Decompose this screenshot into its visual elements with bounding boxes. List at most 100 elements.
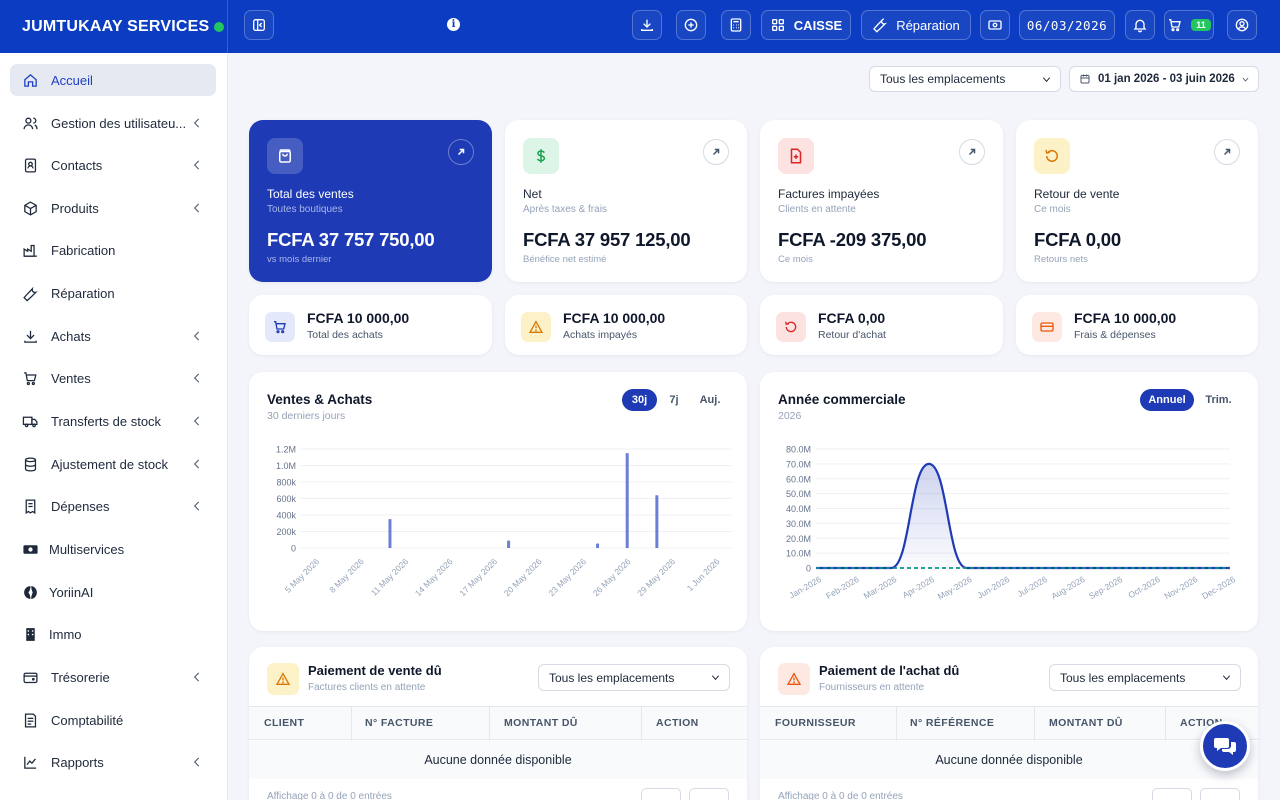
online-status-dot — [214, 21, 225, 32]
info-icon[interactable]: i — [447, 18, 460, 31]
pagination-prev-button[interactable] — [1152, 788, 1192, 800]
chevron-left-icon — [193, 203, 200, 213]
column-header[interactable]: N° RÉFÉRENCE — [910, 717, 994, 729]
x-tick-label: 11 May 2026 — [369, 556, 411, 598]
x-tick-label: 8 May 2026 — [327, 556, 366, 595]
external-link-icon[interactable] — [959, 139, 985, 165]
notifications-button[interactable] — [1125, 10, 1155, 40]
section-title: Paiement de l'achat dû — [819, 663, 960, 678]
external-link-icon[interactable] — [1214, 139, 1240, 165]
users-icon — [23, 117, 38, 129]
kpi-title: Retour de vente — [1034, 187, 1120, 201]
x-tick-label: 20 May 2026 — [502, 556, 544, 598]
caisse-label: CAISSE — [793, 17, 843, 33]
sidebar-item-contacts[interactable]: Contacts — [10, 149, 216, 181]
empty-table-message: Aucune donnée disponible — [249, 741, 747, 779]
sidebar-item-achats[interactable]: Achats — [10, 320, 216, 352]
sidebar-item-fabrication[interactable]: Fabrication — [10, 234, 216, 266]
camera-button[interactable] — [980, 10, 1010, 40]
reparation-button[interactable]: Réparation — [861, 10, 971, 40]
x-tick-label: 1 Jun 2026 — [685, 556, 722, 593]
external-link-icon[interactable] — [448, 139, 474, 165]
pagination-next-button[interactable] — [689, 788, 729, 800]
sidebar-item-comptabilite[interactable]: Comptabilité — [10, 704, 216, 736]
x-tick-label: Jul-2026 — [1016, 574, 1049, 599]
section-subtitle: Factures clients en attente — [308, 682, 426, 693]
column-header[interactable]: MONTANT DÛ — [504, 717, 578, 729]
sidebar-item-produits[interactable]: Produits — [10, 192, 216, 224]
pagination-prev-button[interactable] — [641, 788, 681, 800]
cart-button[interactable]: 11 — [1164, 10, 1214, 40]
sidebar-item-yoriinai[interactable]: YoriinAI — [10, 576, 216, 608]
kpi-footnote: Ce mois — [778, 254, 813, 265]
user-circle-icon — [1235, 18, 1249, 32]
sidebar-item-ventes[interactable]: Ventes — [10, 362, 216, 394]
x-tick-label: Jun-2026 — [975, 574, 1011, 601]
column-header[interactable]: ACTION — [656, 717, 699, 729]
caisse-button[interactable]: CAISSE — [761, 10, 851, 40]
sidebar-item-label: Dépenses — [51, 498, 110, 514]
kpi-factures-impayees[interactable]: Factures impayées Clients en attente FCF… — [760, 120, 1003, 282]
x-tick-label: 14 May 2026 — [413, 556, 455, 598]
column-header[interactable]: FOURNISSEUR — [775, 717, 856, 729]
x-tick-label: Nov-2026 — [1162, 574, 1199, 601]
calendar-icon — [1080, 74, 1090, 84]
kpi-footnote: Bénéfice net estimé — [523, 254, 607, 265]
box-icon — [24, 200, 37, 216]
pagination-next-button[interactable] — [1200, 788, 1240, 800]
kpi-footnote: Retours nets — [1034, 254, 1088, 265]
chevron-left-icon — [193, 459, 200, 469]
toggle-sidebar-button[interactable] — [244, 10, 274, 40]
column-header[interactable]: N° FACTURE — [365, 717, 433, 729]
shopping-bag-icon — [267, 138, 303, 174]
calculator-button[interactable] — [721, 10, 751, 40]
mini-total-achats[interactable]: FCFA 10 000,00 Total des achats — [249, 295, 492, 355]
user-menu-button[interactable] — [1227, 10, 1257, 40]
sidebar-item-reparation[interactable]: Réparation — [10, 277, 216, 309]
sidebar-item-ajustement[interactable]: Ajustement de stock — [10, 448, 216, 480]
column-header[interactable]: MONTANT DÛ — [1049, 717, 1123, 729]
sidebar-item-transferts[interactable]: Transferts de stock — [10, 405, 216, 437]
mini-retour-achat[interactable]: FCFA 0,00 Retour d'achat — [760, 295, 1003, 355]
kpi-subtitle: Après taxes & frais — [523, 204, 607, 215]
sales-due-location-select[interactable]: Tous les emplacements — [538, 664, 730, 691]
date-display[interactable]: 06/03/2026 — [1019, 10, 1115, 40]
sidebar-item-label: Immo — [49, 626, 82, 642]
y-tick-label: 30.0M — [786, 519, 811, 529]
chat-button[interactable] — [1200, 721, 1250, 771]
mini-value: FCFA 0,00 — [818, 310, 886, 326]
column-header[interactable]: CLIENT — [264, 717, 304, 729]
kpi-total-ventes[interactable]: Total des ventes Toutes boutiques FCFA 3… — [249, 120, 492, 282]
sidebar-item-multiservices[interactable]: Multiservices — [10, 533, 216, 565]
kpi-retour-vente[interactable]: Retour de vente Ce mois FCFA 0,00 Retour… — [1016, 120, 1258, 282]
brand[interactable]: JUMTUKAAY SERVICES — [0, 0, 228, 53]
add-button[interactable] — [676, 10, 706, 40]
brand-name: JUMTUKAAY SERVICES — [22, 17, 210, 35]
date-range-picker[interactable]: 01 jan 2026 - 03 juin 2026 — [1069, 66, 1259, 92]
sidebar-item-gestion-utilisateurs[interactable]: Gestion des utilisateu... — [10, 107, 216, 139]
undo-icon — [1034, 138, 1070, 174]
mini-achats-impayes[interactable]: FCFA 10 000,00 Achats impayés — [505, 295, 747, 355]
external-link-icon[interactable] — [703, 139, 729, 165]
x-tick-label: Oct-2026 — [1126, 574, 1162, 600]
mini-value: FCFA 10 000,00 — [1074, 310, 1177, 326]
sales-purchases-chart-card: Ventes & Achats 30 derniers jours 30j 7j… — [249, 372, 747, 631]
purchase-due-location-select[interactable]: Tous les emplacements — [1049, 664, 1241, 691]
table-info: Affichage 0 à 0 de 0 entrées — [267, 791, 392, 800]
sidebar-item-rapports[interactable]: Rapports — [10, 746, 216, 778]
cart-icon — [24, 371, 37, 385]
chevron-left-icon — [193, 416, 200, 426]
mini-value: FCFA 10 000,00 — [563, 310, 666, 326]
chevron-left-icon — [193, 757, 200, 767]
chevron-left-icon — [193, 331, 200, 341]
download-button[interactable] — [632, 10, 662, 40]
sidebar-item-accueil[interactable]: Accueil — [10, 64, 216, 96]
x-tick-label: 23 May 2026 — [546, 556, 588, 598]
kpi-net[interactable]: Net Après taxes & frais FCFA 37 957 125,… — [505, 120, 747, 282]
location-select[interactable]: Tous les emplacements — [869, 66, 1061, 92]
sidebar-item-tresorerie[interactable]: Trésorerie — [10, 661, 216, 693]
sidebar-item-depenses[interactable]: Dépenses — [10, 490, 216, 522]
sidebar-item-immo[interactable]: Immo — [10, 618, 216, 650]
mini-frais-depenses[interactable]: FCFA 10 000,00 Frais & dépenses — [1016, 295, 1258, 355]
invoice-icon — [778, 138, 814, 174]
